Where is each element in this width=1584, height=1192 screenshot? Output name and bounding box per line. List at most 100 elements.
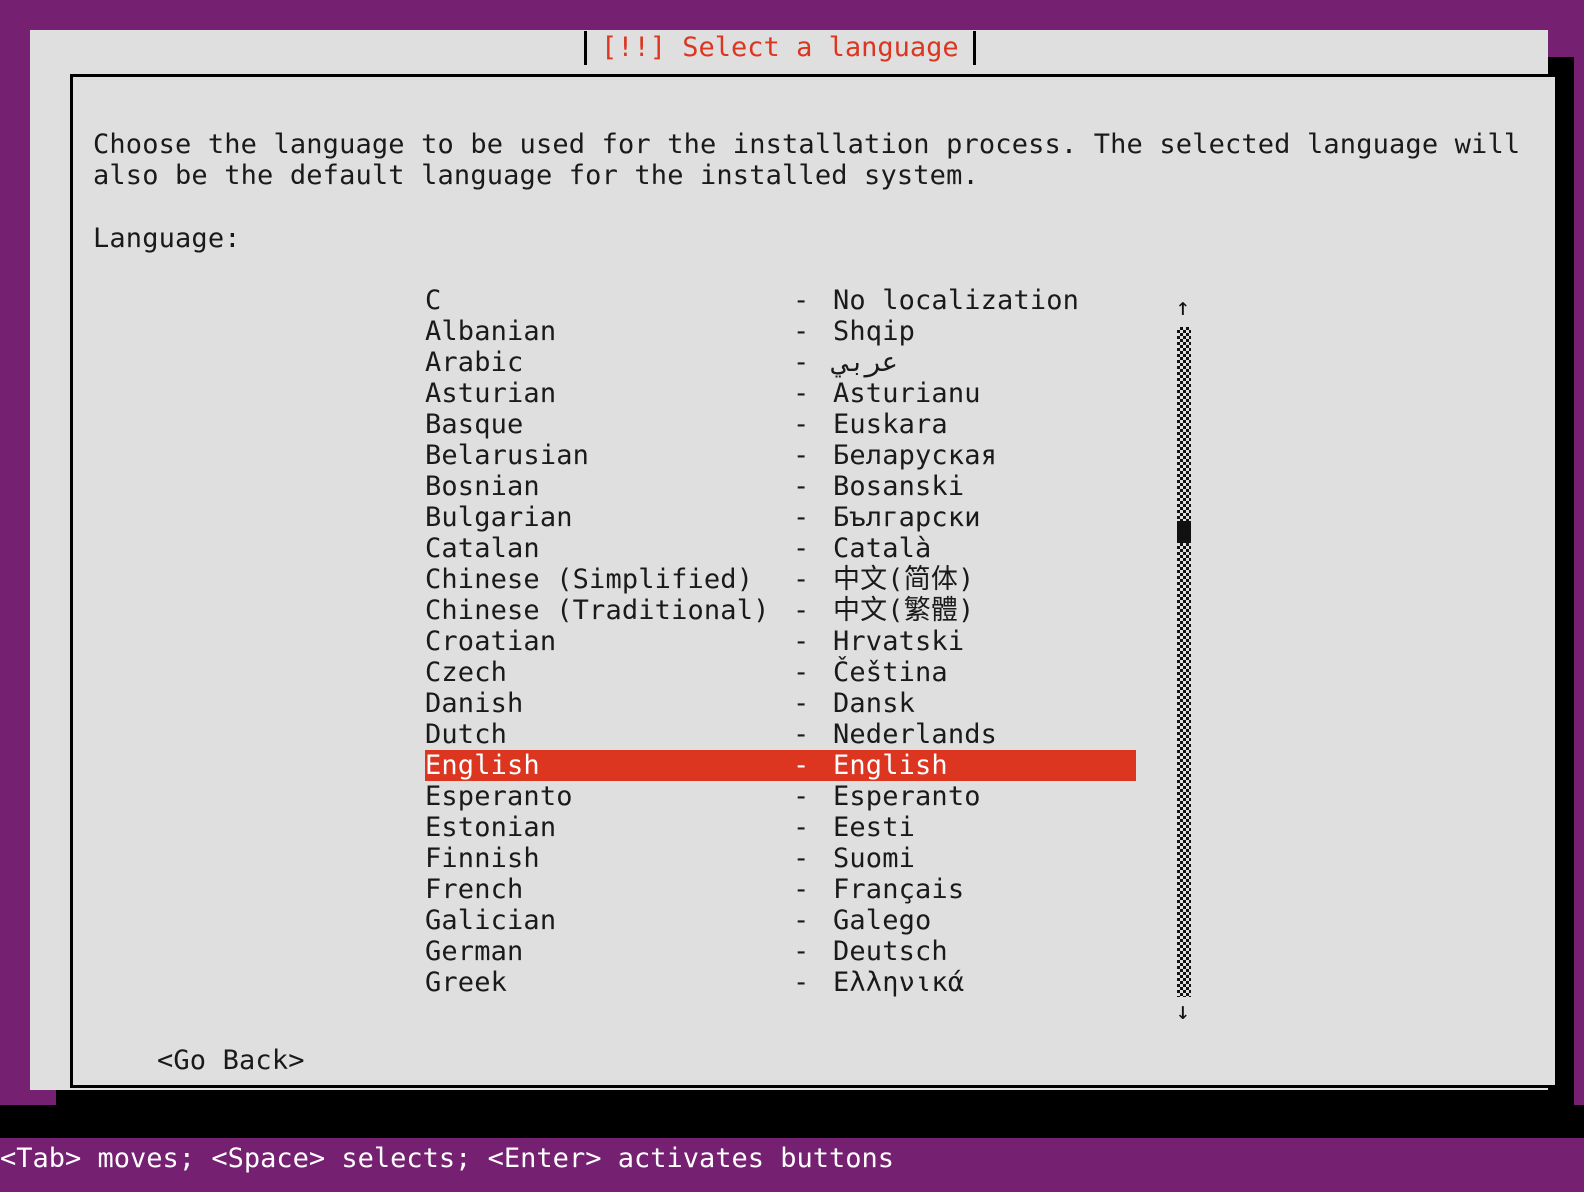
language-separator: - (793, 409, 810, 440)
dialog-frame: Choose the language to be used for the i… (70, 74, 1558, 1088)
language-list-item[interactable]: Croatian - Hrvatski (73, 626, 1561, 657)
language-name: Albanian (425, 316, 557, 347)
language-name: Bulgarian (425, 502, 573, 533)
installer-screen: Choose the language to be used for the i… (0, 0, 1584, 1192)
language-list-item[interactable]: Finnish - Suomi (73, 843, 1561, 874)
language-name: Belarusian (425, 440, 590, 471)
language-native-name: Nederlands (833, 719, 998, 750)
language-name: Dutch (425, 719, 508, 750)
language-field-label: Language: (93, 223, 241, 254)
language-list-item[interactable]: Catalan - Català (73, 533, 1561, 564)
language-native-name: Euskara (833, 409, 948, 440)
title-right-tick (972, 31, 976, 65)
language-separator: - (793, 626, 810, 657)
language-separator: - (793, 936, 810, 967)
language-native-name: Български (833, 502, 981, 533)
scroll-up-arrow-icon[interactable]: ↑ (1168, 295, 1198, 319)
language-list-item[interactable]: English - English (73, 750, 1561, 781)
language-list-item[interactable]: Dutch - Nederlands (73, 719, 1561, 750)
language-native-name: Hrvatski (833, 626, 965, 657)
language-native-name: Esperanto (833, 781, 981, 812)
language-native-name: No localization (833, 285, 1080, 316)
language-list-item[interactable]: Bulgarian - Български (73, 502, 1561, 533)
language-native-name: Deutsch (833, 936, 948, 967)
language-list-item[interactable]: Galician - Galego (73, 905, 1561, 936)
language-native-name: عربي (833, 347, 899, 378)
go-back-button[interactable]: <Go Back> (157, 1045, 305, 1076)
language-separator: - (793, 967, 810, 998)
language-separator: - (793, 471, 810, 502)
language-separator: - (793, 347, 810, 378)
language-name: Greek (425, 967, 508, 998)
language-list-item[interactable]: C - No localization (73, 285, 1561, 316)
language-name: Croatian (425, 626, 557, 657)
scrollbar-track[interactable] (1177, 327, 1191, 997)
language-name: English (425, 750, 540, 781)
language-native-name: Asturianu (833, 378, 981, 409)
language-list-item[interactable]: Czech - Čeština (73, 657, 1561, 688)
language-list-item[interactable]: Danish - Dansk (73, 688, 1561, 719)
language-separator: - (793, 440, 810, 471)
language-name: Czech (425, 657, 508, 688)
language-separator: - (793, 781, 810, 812)
language-list-item[interactable]: Chinese (Traditional) - 中文(繁體) (73, 595, 1561, 626)
language-list-scrollbar[interactable]: ↑ ↓ (1168, 283, 1198, 1023)
language-separator: - (793, 843, 810, 874)
language-native-name: Français (833, 874, 965, 905)
language-separator: - (793, 595, 810, 626)
language-list-item[interactable]: Bosnian - Bosanski (73, 471, 1561, 502)
language-native-name: Bosanski (833, 471, 965, 502)
page-title: [!!] Select a language (601, 32, 959, 63)
language-native-name: 中文(繁體) (833, 595, 975, 626)
language-name: Arabic (425, 347, 524, 378)
language-list-item[interactable]: Belarusian - Беларуская (73, 440, 1561, 471)
dialog-titlebar: [!!] Select a language (578, 30, 982, 66)
scroll-down-arrow-icon[interactable]: ↓ (1168, 999, 1198, 1023)
language-name: French (425, 874, 524, 905)
language-list-item[interactable]: Arabic - عربي (73, 347, 1561, 378)
language-list-item[interactable]: Greek - Ελληνικά (73, 967, 1561, 998)
language-list[interactable]: C - No localization Albanian - Shqip Arabic - عر… (73, 285, 1561, 998)
language-native-name: Čeština (833, 657, 948, 688)
language-separator: - (793, 719, 810, 750)
dialog-content: Choose the language to be used for the i… (73, 77, 1561, 1091)
language-list-item[interactable]: Esperanto - Esperanto (73, 781, 1561, 812)
dialog-surface: Choose the language to be used for the i… (30, 30, 1558, 1090)
language-separator: - (793, 874, 810, 905)
language-native-name: Shqip (833, 316, 916, 347)
language-separator: - (793, 688, 810, 719)
language-separator: - (793, 316, 810, 347)
language-name: Catalan (425, 533, 540, 564)
language-list-item[interactable]: Basque - Euskara (73, 409, 1561, 440)
language-native-name: Català (833, 533, 932, 564)
language-name: Finnish (425, 843, 540, 874)
language-name: Chinese (Simplified) (425, 564, 754, 595)
language-separator: - (793, 564, 810, 595)
language-list-item[interactable]: Estonian - Eesti (73, 812, 1561, 843)
language-name: Estonian (425, 812, 557, 843)
language-native-name: Suomi (833, 843, 916, 874)
language-separator: - (793, 905, 810, 936)
description-text: Choose the language to be used for the i… (93, 129, 1521, 191)
language-list-item[interactable]: Asturian - Asturianu (73, 378, 1561, 409)
language-separator: - (793, 812, 810, 843)
language-list-item[interactable]: French - Français (73, 874, 1561, 905)
scrollbar-thumb[interactable] (1177, 521, 1191, 544)
language-native-name: English (833, 750, 948, 781)
language-native-name: Беларуская (833, 440, 998, 471)
language-native-name: 中文(简体) (833, 564, 975, 595)
language-separator: - (793, 378, 810, 409)
language-list-item[interactable]: Albanian - Shqip (73, 316, 1561, 347)
language-native-name: Dansk (833, 688, 916, 719)
language-name: Danish (425, 688, 524, 719)
language-separator: - (793, 750, 810, 781)
language-native-name: Galego (833, 905, 932, 936)
status-bar: <Tab> moves; <Space> selects; <Enter> ac… (0, 1138, 1584, 1192)
language-separator: - (793, 533, 810, 564)
language-list-item[interactable]: Chinese (Simplified) - 中文(简体) (73, 564, 1561, 595)
language-name: Galician (425, 905, 557, 936)
language-separator: - (793, 657, 810, 688)
language-name: Bosnian (425, 471, 540, 502)
language-list-item[interactable]: German - Deutsch (73, 936, 1561, 967)
language-name: C (425, 285, 442, 316)
